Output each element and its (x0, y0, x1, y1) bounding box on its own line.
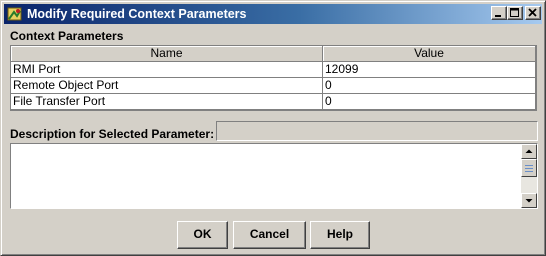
title-bar[interactable]: Modify Required Context Parameters (4, 4, 542, 24)
context-parameters-label: Context Parameters (10, 29, 124, 43)
table-row[interactable]: RMI Port 12099 (11, 62, 536, 78)
scroll-down-button[interactable] (521, 193, 537, 208)
parameter-name-cell[interactable]: Remote Object Port (11, 78, 323, 94)
arrow-down-icon (525, 199, 533, 203)
help-button[interactable]: Help (310, 221, 370, 249)
close-button[interactable] (525, 6, 541, 20)
parameter-name-cell[interactable]: File Transfer Port (11, 94, 323, 110)
grip-line (525, 165, 533, 166)
scroll-thumb[interactable] (521, 159, 537, 177)
table-row[interactable]: File Transfer Port 0 (11, 94, 536, 110)
grip-line (525, 168, 533, 169)
minimize-icon (495, 15, 501, 17)
close-icon (528, 8, 537, 17)
parameter-value-cell[interactable]: 12099 (323, 62, 536, 78)
vertical-scrollbar[interactable] (521, 144, 537, 208)
description-label: Description for Selected Parameter: (10, 127, 215, 141)
maximize-button[interactable] (507, 6, 523, 20)
table-row[interactable]: Remote Object Port 0 (11, 78, 536, 94)
app-icon (7, 6, 23, 22)
parameter-value-cell[interactable]: 0 (323, 78, 536, 94)
column-header-value[interactable]: Value (323, 46, 536, 62)
maximize-icon (510, 8, 519, 17)
minimize-button[interactable] (491, 6, 507, 20)
parameter-value-cell[interactable]: 0 (323, 94, 536, 110)
scroll-up-button[interactable] (521, 144, 537, 159)
column-header-name[interactable]: Name (11, 46, 323, 62)
window-title: Modify Required Context Parameters (27, 7, 247, 21)
ok-button[interactable]: OK (177, 221, 228, 249)
dialog-window: Modify Required Context Parameters Conte… (0, 0, 546, 256)
description-name-field (216, 121, 538, 141)
parameters-table: Name Value RMI Port 12099 Remote Object … (10, 45, 537, 111)
arrow-up-icon (525, 149, 533, 153)
grip-line (525, 171, 533, 172)
cancel-button[interactable]: Cancel (233, 221, 306, 249)
parameter-name-cell[interactable]: RMI Port (11, 62, 323, 78)
description-text-area[interactable] (10, 143, 538, 209)
